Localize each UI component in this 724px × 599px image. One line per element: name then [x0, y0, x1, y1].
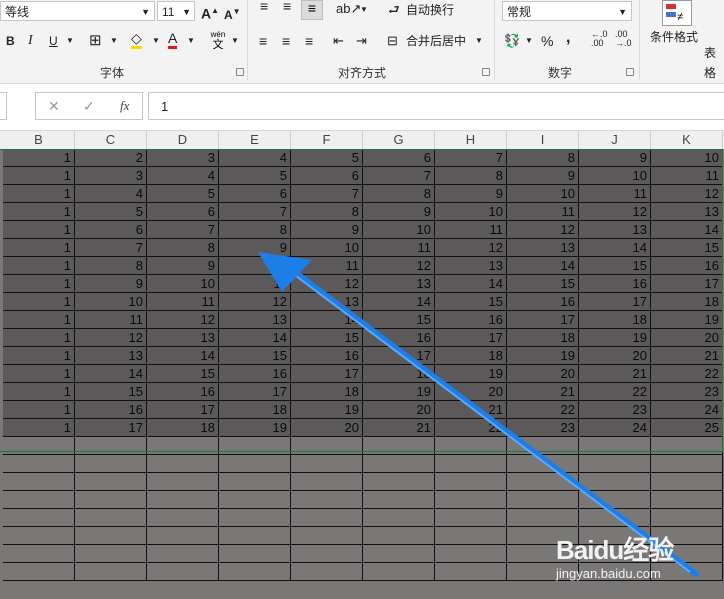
- watermark-brand: Baidu经验: [556, 535, 674, 565]
- watermark: Baidu经验 jingyan.baidu.com: [556, 530, 722, 590]
- watermark-url: jingyan.baidu.com: [556, 566, 661, 581]
- annotation-arrow: [258, 252, 699, 577]
